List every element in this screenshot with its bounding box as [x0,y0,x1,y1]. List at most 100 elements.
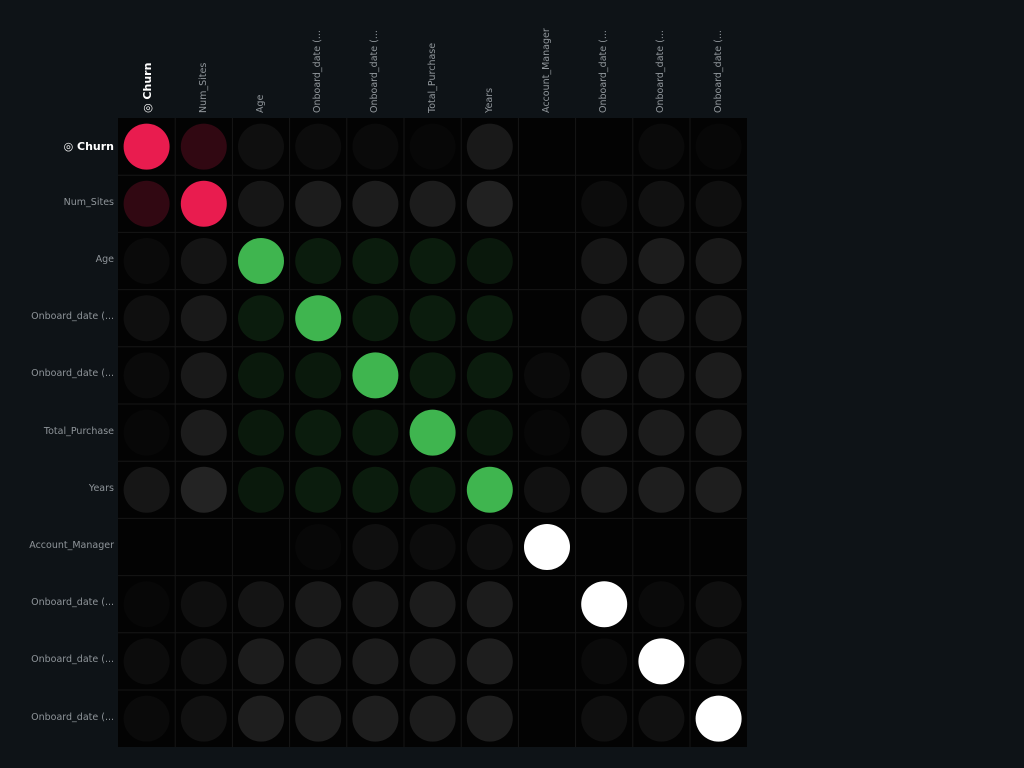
matrix-cell-circle [238,295,284,342]
matrix-cell-circle [524,696,570,742]
matrix-cell-circle [409,466,456,513]
matrix-cell-circle [352,409,399,456]
matrix-cell-circle [524,352,570,398]
matrix-cell-circle [352,124,398,170]
matrix-cell-circle [466,295,513,342]
matrix-cell-circle [695,466,742,513]
matrix-cell-circle [638,295,685,342]
matrix-cell-circle [238,466,284,513]
matrix-cell-circle [238,524,284,570]
matrix-cell-circle [581,466,628,513]
matrix-cell-circle [581,695,628,742]
matrix-cell-circle [180,180,227,227]
matrix-cell-circle [638,581,684,627]
matrix-cell-circle [409,238,456,284]
matrix-cell-circle [638,180,685,227]
matrix-cell-circle [180,466,227,513]
matrix-cell-circle [695,695,742,742]
matrix-cell-circle [295,466,342,513]
matrix-cell-circle [124,696,170,742]
matrix-cell-circle [466,695,513,742]
matrix-cell-circle [352,295,399,342]
matrix-cell-circle [695,238,742,284]
matrix-cell-circle [180,238,227,284]
matrix-cell-circle [180,295,227,342]
matrix-cell-circle [410,124,456,170]
matrix-cell-circle [238,409,284,456]
matrix-cell-circle [295,409,342,456]
matrix-cell-circle [238,638,284,685]
matrix-cell-circle [409,695,456,742]
correlation-matrix-chart: ◎ Churn Num_Sites Age Onboard_date (... Onbo… [0,0,1024,768]
matrix-cell-circle [638,695,685,742]
matrix-cell-circle [695,352,742,399]
matrix-cell-circle [524,410,570,456]
matrix-cell-circle [238,581,284,628]
matrix-cell-circle [238,695,284,742]
matrix-cell-circle [638,352,685,399]
matrix-cell-circle [352,180,399,227]
matrix-cell-circle [295,581,342,628]
matrix-cell-circle [123,466,170,513]
matrix-cell-circle [524,181,570,227]
matrix-cell-circle [352,238,399,284]
matrix-cell-circle [180,695,227,742]
matrix-cell-circle [295,352,342,399]
matrix-cell-circle [180,581,227,628]
matrix-cell-circle [295,123,342,170]
matrix-cell-circle [466,123,513,170]
matrix-cell-circle [409,581,456,628]
matrix-cell-circle [123,295,170,342]
matrix-cell-circle [180,638,227,685]
matrix-cell-circle [124,352,170,398]
matrix-cell-circle [352,638,399,685]
matrix-cell-circle [352,524,399,570]
matrix-cell-circle [352,466,399,513]
matrix-cell-circle [180,352,227,399]
matrix-cell-circle [180,409,227,456]
matrix-cell-circle [581,409,628,456]
matrix-cell-circle [638,638,685,685]
matrix-cell-circle [695,295,742,342]
matrix-cell-circle [581,180,628,227]
matrix-cell-circle [696,124,742,170]
matrix-cell-circle [638,238,685,284]
matrix-cell-circle [238,352,284,399]
matrix-svg [118,118,748,748]
matrix-cell-circle [581,581,628,628]
matrix-cell-circle [409,524,456,570]
matrix-cell-circle [524,466,570,513]
matrix-cell-circle [581,124,627,170]
matrix-cell-circle [295,180,342,227]
matrix-cell-circle [466,238,513,284]
matrix-cell-circle [124,238,170,284]
matrix-cell-circle [466,352,513,399]
matrix-cell-circle [638,409,685,456]
matrix-cell-circle [466,638,513,685]
matrix-cell-circle [124,524,170,570]
matrix-cell-circle [524,581,570,627]
matrix-cell-circle [695,409,742,456]
matrix-cell-circle [524,638,570,684]
matrix-cell-circle [466,524,513,570]
matrix-cell-circle [695,638,742,685]
matrix-cell-circle [696,524,742,570]
matrix-cell-circle [409,409,456,456]
matrix-cell-circle [695,180,742,227]
matrix-cell-circle [581,524,627,570]
matrix-cell-circle [466,581,513,628]
matrix-cell-circle [524,238,570,284]
matrix-cell-circle [638,524,684,570]
matrix-cell-circle [352,695,399,742]
matrix-cell-circle [581,638,627,684]
matrix-cell-circle [124,581,170,627]
matrix-cell-circle [295,238,342,284]
matrix-cell-circle [581,238,628,284]
matrix-cell-circle [409,295,456,342]
matrix-cell-circle [638,124,684,170]
matrix-cell-circle [524,295,570,341]
matrix-cell-circle [524,524,570,570]
matrix-cell-circle [123,123,170,170]
matrix-cell-circle [295,524,341,570]
matrix-cell-circle [695,581,742,628]
